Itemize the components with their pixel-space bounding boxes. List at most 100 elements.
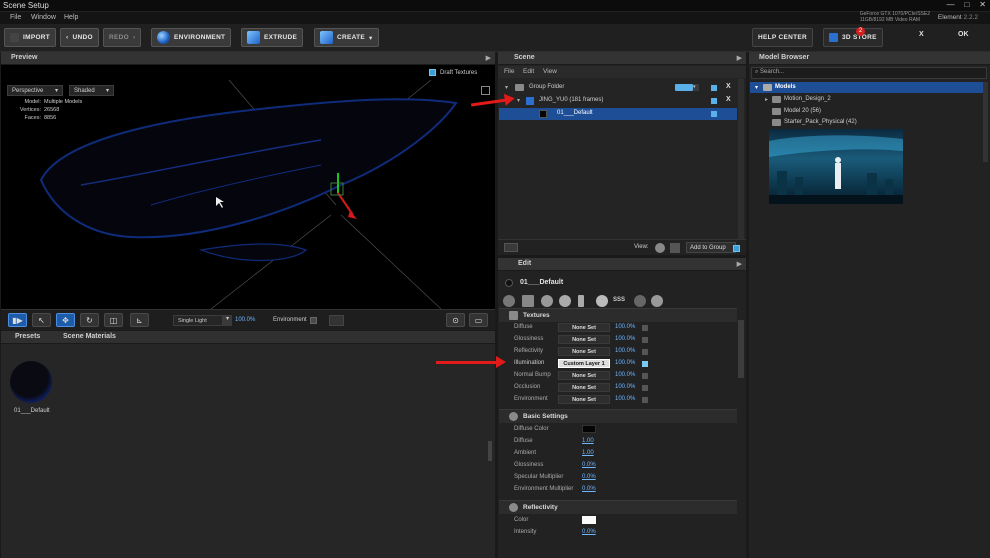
texture-strength[interactable]: 100.0%	[615, 336, 635, 342]
sss-icon[interactable]: SSS	[613, 297, 625, 303]
texture-strength[interactable]: 100.0%	[615, 396, 635, 402]
expand-icon[interactable]: ▸	[765, 96, 768, 103]
texture-toggle[interactable]	[642, 373, 648, 379]
menu-help[interactable]: Help	[64, 14, 78, 21]
texture-toggle[interactable]	[642, 349, 648, 355]
close-x-button[interactable]: X	[919, 31, 924, 38]
reflection-icon[interactable]	[559, 295, 571, 307]
minimize-icon[interactable]: —	[946, 0, 954, 12]
expand-icon[interactable]: ▾	[505, 84, 508, 91]
shading-dropdown[interactable]: Shaded ▾	[69, 85, 114, 96]
redo-button[interactable]: REDO ›	[103, 28, 142, 47]
panel-arrow-icon[interactable]: ▶	[737, 54, 742, 62]
light-probe-icon[interactable]	[578, 295, 584, 307]
delete-icon[interactable]: X	[726, 96, 731, 103]
presets-scrollbar[interactable]	[488, 441, 492, 461]
model-row-motion-design[interactable]: ▸ Motion_Design_2	[750, 94, 988, 105]
light-dropdown[interactable]: Single Light	[173, 315, 223, 326]
ambient-value[interactable]: 1.00	[582, 450, 594, 456]
render-view-button[interactable]: ▭	[469, 313, 488, 327]
sphere-view-icon[interactable]	[655, 243, 665, 253]
diffuse-value[interactable]: 1.00	[582, 438, 594, 444]
visibility-toggle[interactable]	[711, 98, 717, 104]
basic-settings-section[interactable]: Basic Settings	[499, 409, 737, 423]
grid-view-icon[interactable]	[670, 243, 680, 253]
chevron-down-icon[interactable]: ▾	[223, 315, 232, 326]
scene-scrollbar[interactable]	[738, 79, 744, 239]
select-tool-button[interactable]: ↖	[32, 313, 51, 327]
3d-viewport[interactable]: Draft Textures Perspective ▾ Shaded ▾ Mode…	[1, 65, 495, 309]
draft-textures-checkbox[interactable]	[429, 69, 436, 76]
tab-scene-materials[interactable]: Scene Materials	[63, 333, 116, 340]
help-center-button[interactable]: HELP CENTER	[752, 28, 814, 47]
environment-swatch[interactable]	[329, 315, 344, 326]
lightbulb-icon[interactable]	[596, 295, 608, 307]
texture-strength[interactable]: 100.0%	[615, 324, 635, 330]
texture-slot-button[interactable]: Custom Layer 1	[558, 359, 610, 368]
texture-slot-button[interactable]: None Set	[558, 335, 610, 344]
reflect-color-swatch[interactable]	[582, 516, 596, 524]
texture-toggle[interactable]	[642, 385, 648, 391]
delete-icon[interactable]: X	[726, 83, 731, 90]
light-percent[interactable]: 100.0%	[235, 317, 255, 323]
visibility-toggle[interactable]	[711, 85, 717, 91]
menu-window[interactable]: Window	[31, 14, 56, 21]
scale-tool-button[interactable]: ◫	[104, 313, 123, 327]
texture-strength[interactable]: 100.0%	[615, 360, 635, 366]
model-row-model-20[interactable]: Model 20 (56)	[750, 106, 988, 117]
scene-row-material[interactable]: 01___Default	[499, 108, 737, 120]
rotate-tool-button[interactable]: ↻	[80, 313, 99, 327]
settings-sphere-icon[interactable]	[634, 295, 646, 307]
intensity-value[interactable]: 0.0%	[582, 529, 596, 535]
add-to-group-button[interactable]: Add to Group	[686, 242, 736, 253]
create-button[interactable]: CREATE ▾	[314, 28, 379, 47]
scene-menu-edit[interactable]: Edit	[523, 68, 534, 75]
expand-icon[interactable]: ▾	[755, 84, 758, 91]
edit-scrollbar[interactable]	[738, 320, 744, 378]
texture-strength[interactable]: 100.0%	[615, 372, 635, 378]
gizmo-x-axis[interactable]	[337, 192, 354, 216]
reflectivity-section[interactable]: Reflectivity	[499, 500, 737, 514]
gizmo-x-arrow[interactable]	[348, 211, 357, 219]
image-texture-icon[interactable]	[522, 295, 534, 307]
glossiness-value[interactable]: 0.0%	[582, 462, 596, 468]
group-color-chip[interactable]	[675, 84, 693, 91]
model-preview-thumbnail[interactable]	[769, 129, 903, 204]
maximize-icon[interactable]: □	[964, 0, 969, 12]
environment-checkbox[interactable]	[310, 317, 317, 324]
model-row-starter-pack[interactable]: Starter_Pack_Physical (42)	[750, 117, 988, 128]
texture-toggle[interactable]	[642, 361, 648, 367]
texture-slot-button[interactable]: None Set	[558, 383, 610, 392]
import-button[interactable]: IMPORT	[4, 28, 57, 47]
visibility-toggle[interactable]	[711, 111, 717, 117]
axis-tool-button[interactable]: ⊾	[130, 313, 149, 327]
panel-arrow-icon[interactable]: ▶	[486, 54, 491, 62]
menu-file[interactable]: File	[10, 14, 21, 21]
gear-icon[interactable]	[651, 295, 663, 307]
scene-row-model[interactable]: ▾ JING_YU0 (181 frames) X	[499, 95, 737, 107]
texture-slot-button[interactable]: None Set	[558, 323, 610, 332]
ok-button[interactable]: OK	[958, 31, 969, 38]
texture-toggle[interactable]	[642, 325, 648, 331]
extrude-button[interactable]: EXTRUDE	[241, 28, 304, 47]
camera-dropdown[interactable]: Perspective ▾	[7, 85, 63, 96]
camera-tool-button[interactable]: ▮▶	[8, 313, 27, 327]
scene-menu-file[interactable]: File	[504, 68, 514, 75]
add-to-group-checkbox[interactable]	[733, 245, 740, 252]
panel-arrow-icon[interactable]: ▶	[737, 260, 742, 268]
3d-store-button[interactable]: 3D STORE	[823, 28, 883, 47]
chevron-down-icon[interactable]: ▾	[693, 84, 699, 91]
texture-slot-button[interactable]: None Set	[558, 371, 610, 380]
environment-button[interactable]: ENVIRONMENT	[151, 28, 232, 47]
undo-button[interactable]: ‹ UNDO	[60, 28, 99, 47]
close-icon[interactable]: ✕	[979, 0, 986, 12]
texture-strength[interactable]: 100.0%	[615, 348, 635, 354]
fullscreen-icon[interactable]	[481, 86, 490, 95]
scene-row-group-folder[interactable]: ▾ Group Folder ▾ X	[499, 82, 737, 94]
tab-presets[interactable]: Presets	[15, 333, 40, 340]
model-row-models[interactable]: ▾ Models	[750, 82, 988, 93]
model-browser-scrollbar[interactable]	[983, 82, 988, 162]
specular-value[interactable]: 0.0%	[582, 474, 596, 480]
diffuse-color-swatch[interactable]	[582, 425, 596, 433]
textures-section[interactable]: Textures	[499, 308, 737, 322]
